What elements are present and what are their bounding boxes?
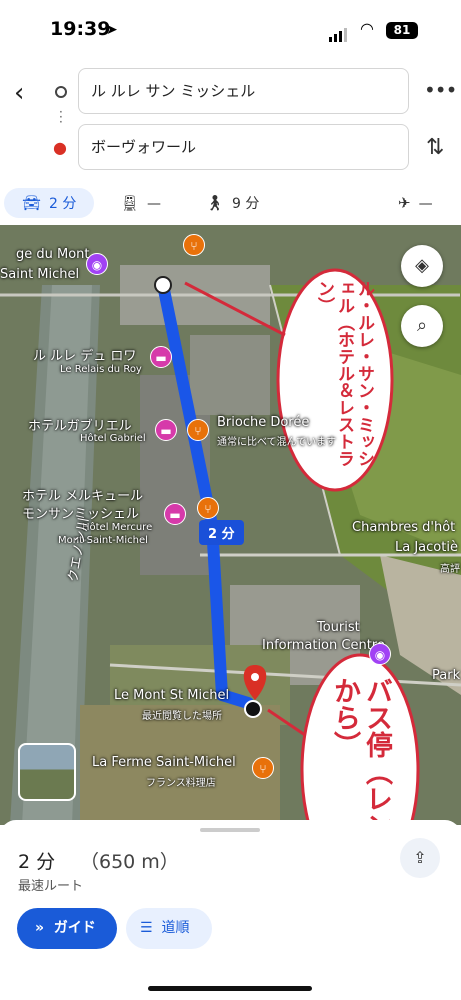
wifi-icon: ◠: [360, 19, 374, 38]
home-indicator: [148, 986, 312, 991]
bus-stop-callout-text: バス停（レンヌから）: [329, 677, 392, 825]
map-label-ferme-sub: フランス料理店: [146, 778, 216, 789]
map-label-jacotiere: La Jacotiè: [395, 540, 458, 555]
travel-mode-tabs: 🚘︎ 2 分 🚆︎ — 🚶︎ 9 分 ✈ —: [0, 183, 461, 225]
map-label-info: Information Centre: [262, 638, 385, 653]
map-view[interactable]: ge du Mont Saint Michel ◉ ⑂ ル ルレ デュ ロワ L…: [0, 225, 461, 825]
car-duration: 2 分: [49, 196, 77, 212]
cellular-signal-icon: [329, 23, 349, 42]
train-icon: 🚆︎: [120, 194, 140, 212]
map-label-ferme: La Ferme Saint-Michel: [92, 755, 236, 770]
route-fastest-label: 最速ルート: [18, 879, 84, 894]
map-label-mont-st-michel: Le Mont St Michel: [114, 688, 230, 703]
map-label-park: Park: [432, 668, 461, 683]
restaurant-poi-icon[interactable]: ⑂: [183, 234, 205, 256]
hotel-poi-icon[interactable]: ▬: [164, 503, 186, 525]
car-icon: 🚘︎: [22, 194, 42, 212]
steps-button[interactable]: ☰ 道順: [126, 908, 212, 949]
tab-walk[interactable]: 🚶︎ 9 分: [205, 188, 259, 218]
location-arrow-icon: ➤: [106, 22, 118, 38]
flight-duration: —: [418, 196, 433, 212]
map-label-chambres: Chambres d'hôt: [352, 520, 456, 535]
route-summary-sheet: 2 分 （650 m） 最速ルート ⇪ » ガイド ☰ 道順: [0, 820, 461, 1000]
route-panel: ‹ · · · ● ル ルレ サン ミッシェル ボーヴォワール ••• ⇅: [0, 58, 461, 183]
map-label-mercure-fr: Hôtel Mercure: [82, 522, 153, 533]
airplane-icon: ✈: [398, 194, 411, 212]
camera-poi-icon[interactable]: ◉: [369, 643, 391, 665]
map-label-saint-michel: Saint Michel: [0, 267, 80, 282]
sheet-drag-handle[interactable]: [200, 828, 260, 832]
status-bar: 19:39 ➤ ◠ 81: [0, 0, 461, 58]
transit-duration: —: [147, 196, 162, 212]
route-dots-icon: · · ·: [59, 105, 63, 129]
hotel-poi-icon[interactable]: ▬: [155, 419, 177, 441]
map-label-mont: ge du Mont: [16, 247, 90, 262]
map-label-recent: 最近閲覧した場所: [142, 711, 222, 722]
walking-icon: 🚶︎: [205, 194, 225, 212]
origin-field[interactable]: ル ルレ サン ミッシェル: [78, 68, 409, 114]
route-duration: 2 分: [18, 851, 56, 873]
back-arrow-icon[interactable]: ‹: [14, 78, 24, 108]
route-distance: （650 m）: [80, 851, 179, 873]
share-icon[interactable]: ⇪: [400, 838, 440, 878]
restaurant-poi-icon[interactable]: ⑂: [187, 419, 209, 441]
search-icon[interactable]: ⌕: [401, 305, 443, 347]
walk-duration: 9 分: [232, 196, 260, 212]
street-view-thumbnail[interactable]: [18, 743, 76, 801]
destination-pin-icon: ●: [53, 138, 67, 157]
destination-field[interactable]: ボーヴォワール: [78, 124, 409, 170]
status-time: 19:39: [50, 18, 111, 40]
tab-flight[interactable]: ✈ —: [398, 188, 433, 218]
restaurant-poi-icon[interactable]: ⑂: [197, 497, 219, 519]
list-icon: ☰: [140, 920, 162, 936]
guide-chevron-icon: »: [35, 920, 54, 936]
map-label-gabriel: ホテルガブリエル: [28, 419, 132, 434]
guide-button[interactable]: » ガイド: [17, 908, 117, 949]
battery-indicator: 81: [386, 22, 418, 39]
guide-button-label: ガイド: [53, 920, 96, 936]
map-label-gabriel-fr: Hôtel Gabriel: [80, 433, 146, 444]
map-label-relais: ル ルレ デュ ロワ: [33, 349, 137, 364]
tab-car[interactable]: 🚘︎ 2 分: [4, 188, 94, 218]
map-label-brioche: Brioche Dorée: [217, 415, 310, 430]
map-label-relais-fr: Le Relais du Roy: [60, 364, 142, 375]
route-duration-tag: 2 分: [199, 520, 244, 545]
steps-button-label: 道順: [161, 920, 190, 936]
origin-circle-icon: [55, 86, 67, 98]
more-options-icon[interactable]: •••: [424, 78, 457, 102]
map-label-tourist: Tourist: [317, 620, 360, 635]
hotel-callout-text: ル・ルレ・サン・ミッシェル（ホテル＆レストラン）: [314, 280, 374, 467]
hotel-poi-icon[interactable]: ▬: [150, 346, 172, 368]
restaurant-poi-icon[interactable]: ⑂: [252, 757, 274, 779]
layers-icon[interactable]: ◈: [401, 245, 443, 287]
tab-transit[interactable]: 🚆︎ —: [120, 188, 161, 218]
map-label-kodai: 高評: [440, 564, 460, 575]
map-label-mercure: ホテル メルキュール: [22, 489, 144, 504]
camera-poi-icon[interactable]: ◉: [86, 253, 108, 275]
swap-direction-icon[interactable]: ⇅: [426, 135, 444, 160]
